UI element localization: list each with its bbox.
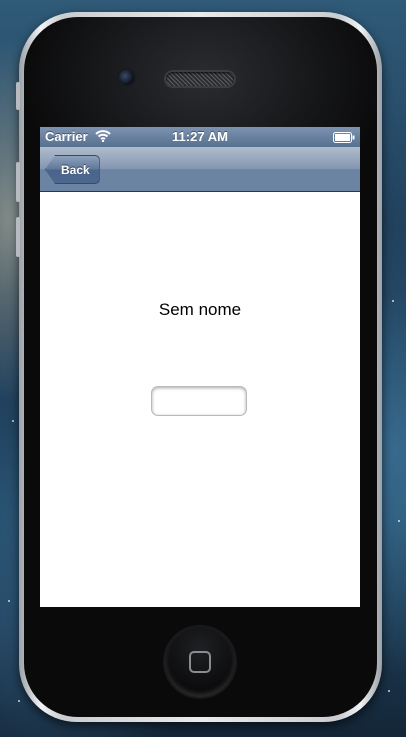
name-label: Sem nome — [158, 300, 242, 319]
star — [8, 600, 10, 602]
device-screen: Carrier 11:27 AM Back Sem nome — [40, 127, 360, 607]
battery-icon — [333, 131, 355, 146]
star — [18, 700, 20, 702]
home-button[interactable] — [165, 627, 235, 697]
star — [398, 520, 400, 522]
name-text-field[interactable] — [151, 386, 247, 416]
home-square-icon — [189, 651, 211, 673]
back-button[interactable]: Back — [45, 155, 100, 184]
mute-switch — [16, 82, 20, 110]
status-bar: Carrier 11:27 AM — [40, 127, 360, 147]
back-button-label: Back — [61, 163, 90, 177]
navigation-bar: Back — [40, 147, 360, 192]
earpiece-speaker — [166, 72, 234, 86]
star — [12, 420, 14, 422]
star — [392, 300, 394, 302]
star — [388, 690, 390, 692]
front-camera — [119, 70, 134, 85]
status-time: 11:27 AM — [172, 129, 228, 144]
volume-up-button — [16, 162, 20, 202]
volume-down-button — [16, 217, 20, 257]
